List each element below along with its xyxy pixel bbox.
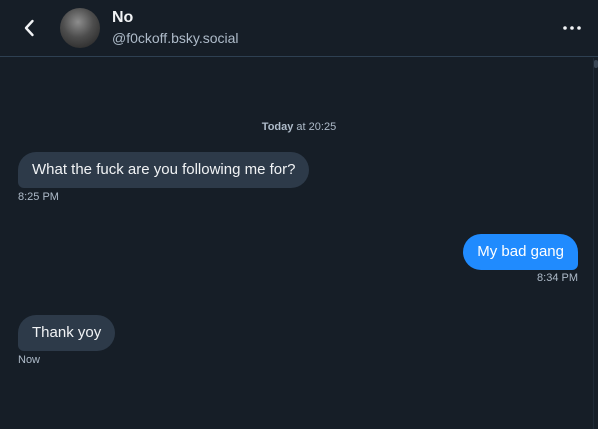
scrollbar[interactable] — [593, 58, 598, 429]
user-handle: @f0ckoff.bsky.social — [112, 30, 239, 46]
dm-conversation: No @f0ckoff.bsky.social Today at 20:25 W… — [0, 0, 598, 429]
conversation-header: No @f0ckoff.bsky.social — [0, 0, 598, 57]
message-timestamp: 8:25 PM — [18, 191, 59, 203]
date-separator: Today at 20:25 — [0, 121, 598, 133]
date-separator-day: Today — [261, 121, 294, 133]
message-bubble-incoming[interactable]: Thank yoy — [18, 315, 116, 351]
message-bubble-incoming[interactable]: What the fuck are you following me for? — [18, 152, 310, 188]
more-horizontal-icon — [563, 26, 581, 30]
back-button[interactable] — [18, 16, 42, 40]
more-options-button[interactable] — [560, 16, 584, 40]
message-timestamp: Now — [18, 354, 41, 366]
message-timestamp: 8:34 PM — [537, 272, 578, 284]
avatar[interactable] — [60, 8, 100, 48]
message-thread[interactable]: Today at 20:25 What the fuck are you fol… — [0, 58, 598, 429]
chevron-left-icon — [24, 19, 34, 37]
message-bubble-outgoing[interactable]: My bad gang — [463, 234, 578, 270]
date-separator-time: at 20:25 — [293, 121, 337, 133]
display-name[interactable]: No — [112, 9, 133, 27]
scrollbar-thumb[interactable] — [594, 60, 598, 68]
